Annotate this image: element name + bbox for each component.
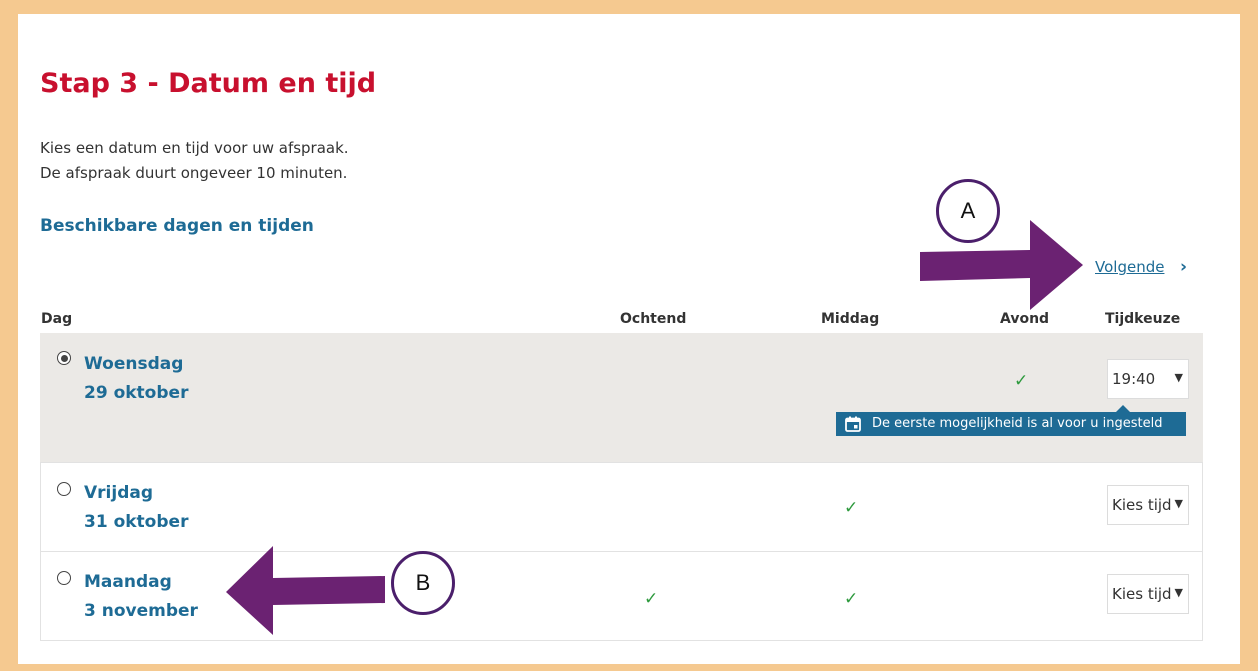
annotation-layer (226, 220, 1083, 635)
arrow-b-icon (226, 546, 385, 635)
annotation-b: B (391, 551, 455, 615)
annotation-a: A (936, 179, 1000, 243)
